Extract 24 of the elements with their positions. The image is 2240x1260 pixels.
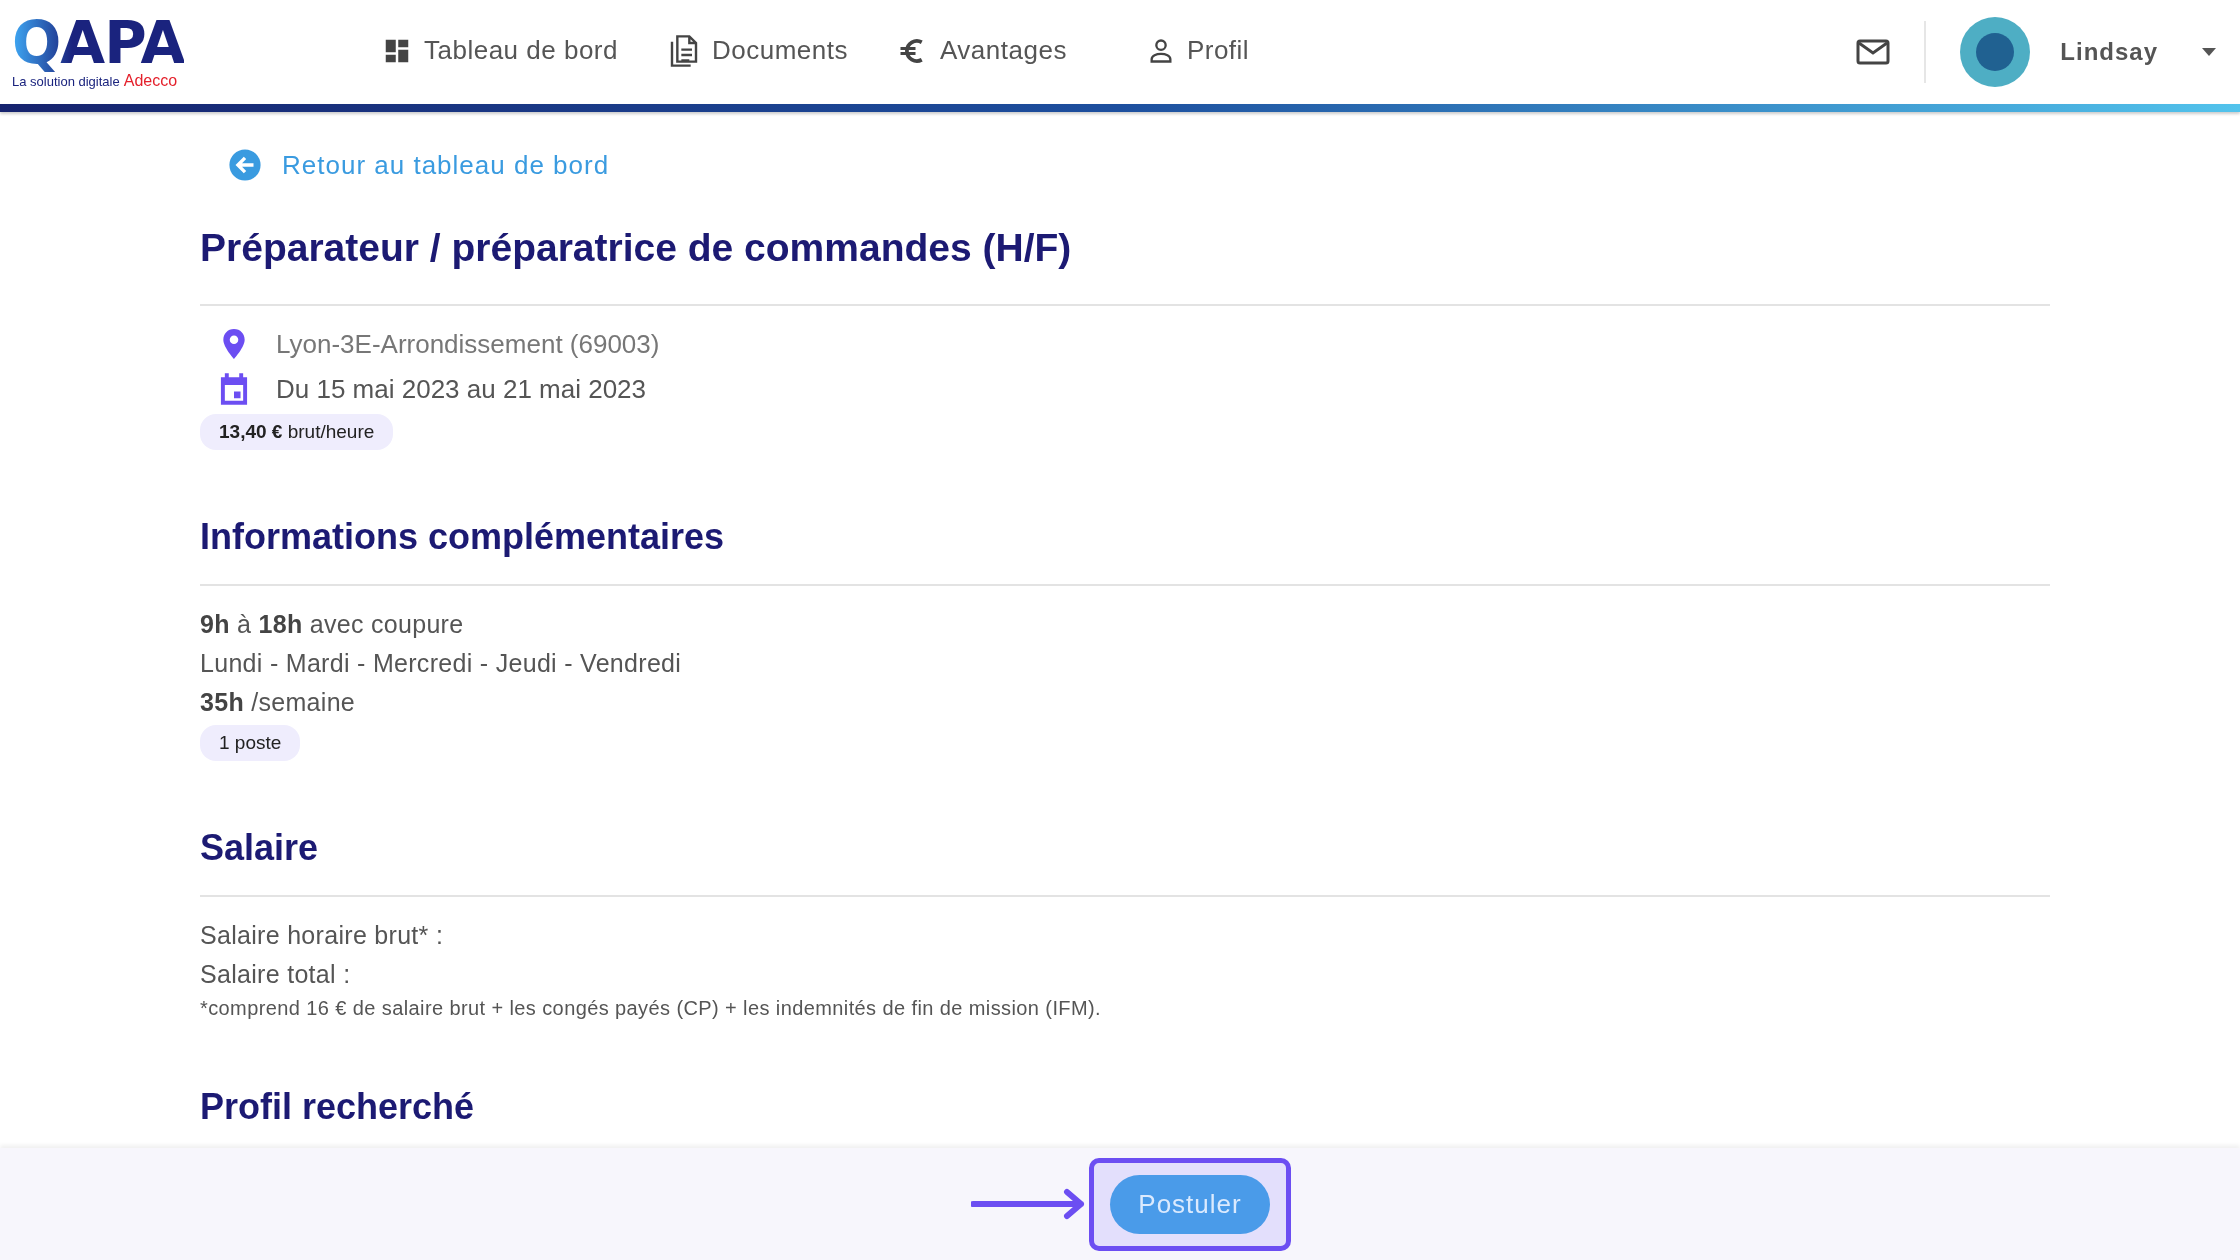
nav-link[interactable]: Documents [668, 24, 848, 80]
mail-icon[interactable] [1856, 39, 1891, 65]
user-name[interactable]: Lindsay [2060, 38, 2158, 66]
job-location: Lyon-3E-Arrondissement (69003) [276, 328, 660, 360]
job-title: Préparateur / préparatrice de commandes (H/F) [200, 226, 2050, 306]
caret-icon[interactable] [2202, 48, 2216, 56]
section-heading: Salaire [200, 827, 2050, 897]
info-line: 9h à 18h avec coupure [200, 610, 465, 639]
qapa-logo[interactable]: QAPA La solution digitale Adecco [12, 14, 212, 90]
pay-rate-chip: 13,40 € brut/heure [200, 414, 394, 450]
info-line: Lundi - Mardi - Mercredi - Jeudi - Vendredi [200, 649, 683, 678]
nav-link[interactable]: Profil [1146, 27, 1250, 77]
footnote: *comprend 16 € de salaire brut + les congés payés (CP) + les indemnités de fin de mission (IFM). [200, 997, 1103, 1020]
info-line: Salaire horaire brut* : [200, 921, 445, 950]
brand-name: Adecco [123, 72, 178, 90]
nav-link[interactable]: Avantages [898, 27, 1067, 77]
positions-chip: 1 poste [200, 725, 301, 761]
section-heading: Informations complémentaires [200, 516, 2050, 586]
info-line: 35h /semaine [200, 688, 357, 717]
nav-link[interactable]: Tableau de bord [382, 27, 618, 77]
info-line: Salaire total : [200, 960, 352, 989]
document-icon [668, 32, 700, 69]
job-dates: Du 15 mai 2023 au 21 mai 2023 [276, 373, 647, 405]
logo-tagline: La solution digitale [12, 74, 120, 89]
